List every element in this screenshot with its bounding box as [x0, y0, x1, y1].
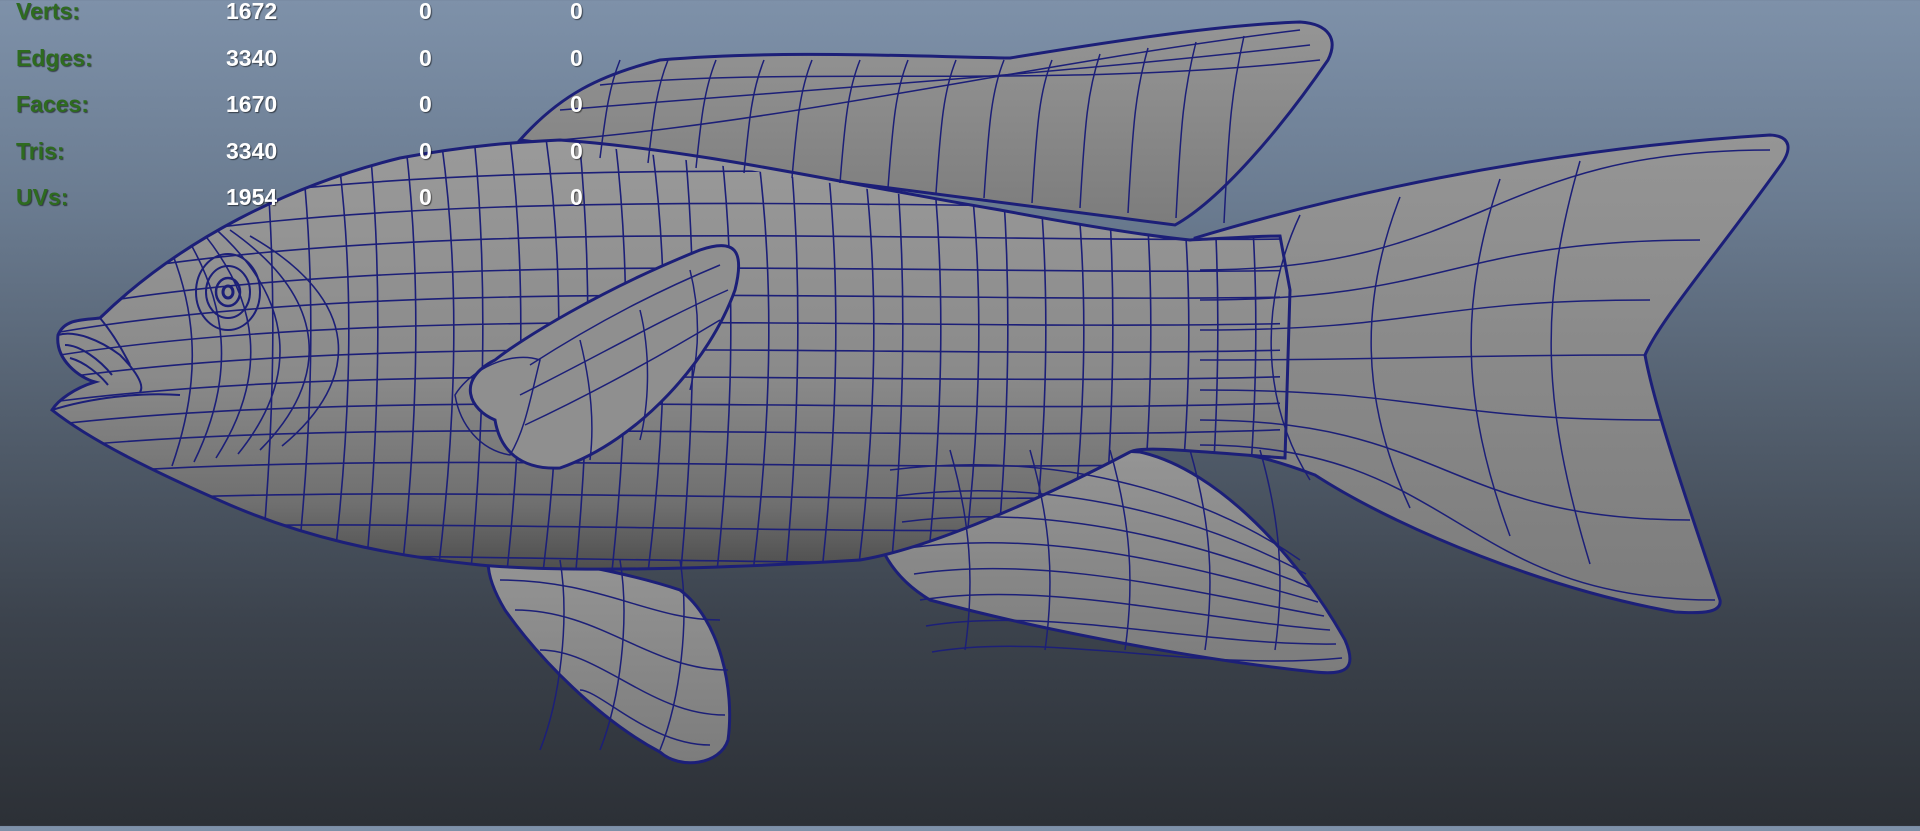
- hud-value: 0: [570, 0, 583, 24]
- hud-value: 1670: [226, 91, 278, 117]
- 3d-viewport[interactable]: Verts: 1672 0 0 Edges: 3340 0 0 Faces: 1670 0 0 Tris…: [0, 0, 1920, 826]
- hud-label: Edges:: [16, 44, 93, 71]
- hud-value: 0: [419, 184, 432, 210]
- hud-value: 3340: [226, 137, 278, 164]
- hud-label: UVs:: [16, 184, 69, 210]
- hud-value: 0: [570, 44, 583, 71]
- hud-value: 0: [419, 0, 432, 24]
- hud-value: 3340: [226, 44, 278, 71]
- hud-value: 0: [570, 91, 583, 117]
- hud-value: 1954: [226, 184, 278, 210]
- hud-value: 0: [419, 91, 432, 117]
- pelvic-fin: [486, 548, 732, 765]
- fish-model[interactable]: [0, 0, 1920, 826]
- hud-value: 0: [570, 137, 583, 164]
- hud-value: 0: [570, 184, 583, 210]
- hud-value: 1672: [226, 0, 278, 24]
- hud-value: 0: [419, 44, 432, 71]
- hud-value: 0: [419, 137, 432, 164]
- hud-label: Faces:: [16, 91, 89, 117]
- hud-label: Verts:: [16, 0, 80, 24]
- hud-label: Tris:: [16, 137, 65, 164]
